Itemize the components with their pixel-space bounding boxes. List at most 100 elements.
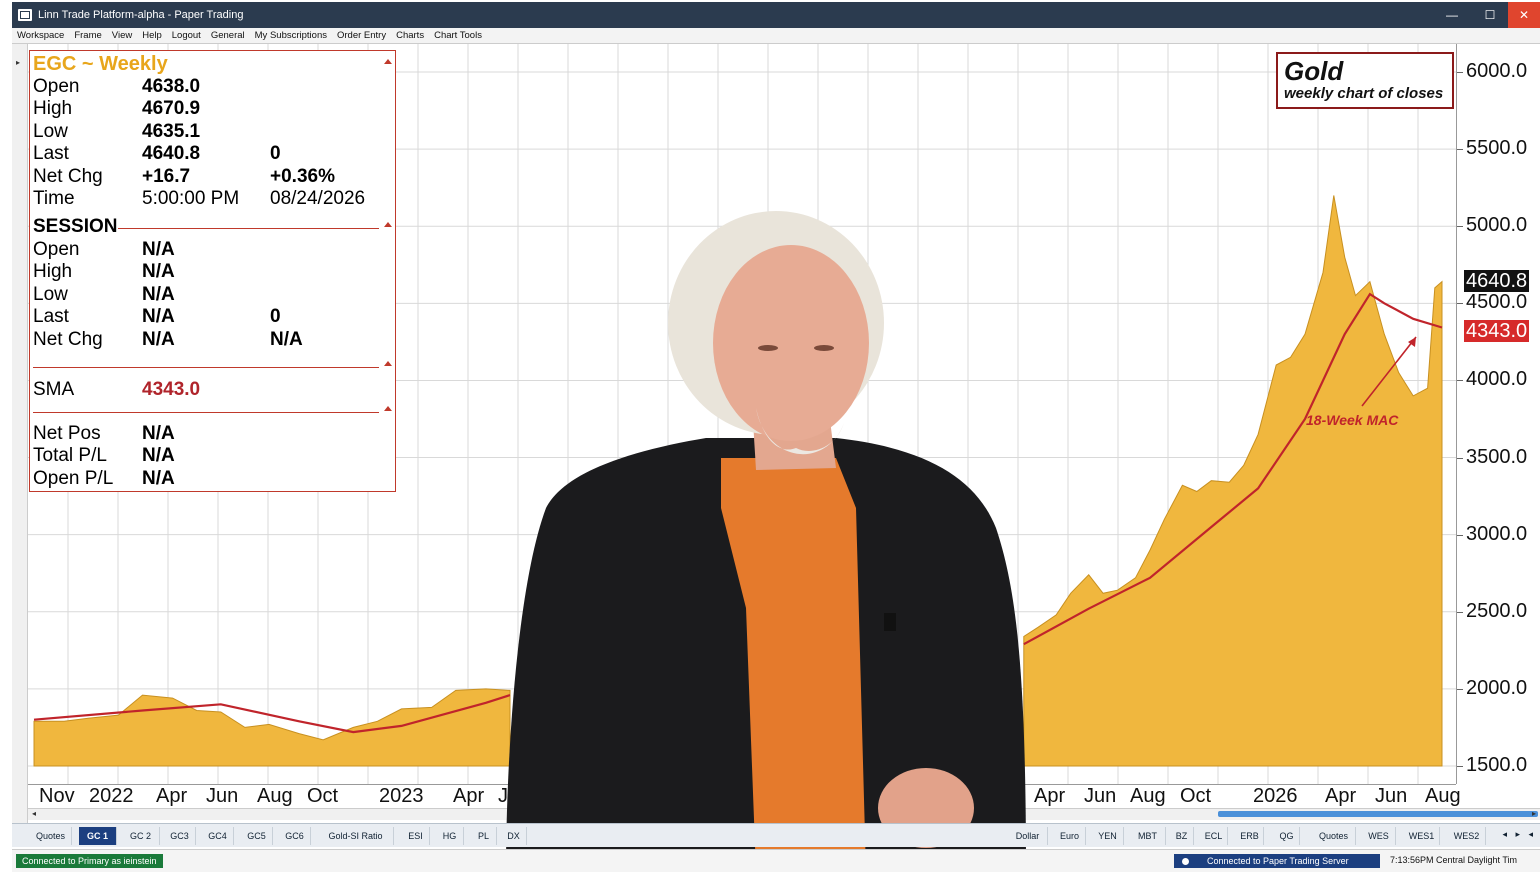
lapel-mic [884,613,896,631]
tab-erb[interactable]: ERB [1236,827,1264,845]
tab-bz[interactable]: BZ [1170,827,1194,845]
price-tick-mark [1457,303,1463,305]
minimize-button[interactable]: — [1434,2,1470,28]
clock-display: 7:13:56PM Central Daylight Tim [1390,855,1518,865]
price-tick-mark [1457,149,1463,151]
quote-last-value: 4640.8 [142,143,201,164]
maximize-button[interactable]: ☐ [1472,2,1508,28]
primary-connection-status: Connected to Primary as ieinstein [16,854,163,868]
scroll-left-icon[interactable]: ◂ [32,809,36,818]
tab-gc4[interactable]: GC4 [202,827,234,845]
date-tick-label: Oct [307,785,339,807]
window-title: Linn Trade Platform-alpha - Paper Tradin… [38,9,244,21]
open-pl-value: N/A [142,468,175,489]
tab-gc5[interactable]: GC5 [241,827,273,845]
date-tick-label: Apr [156,785,188,807]
tab-quotes[interactable]: Quotes [30,827,72,845]
date-tick-label: 2022 [89,785,134,807]
quote-label: Time [33,188,75,209]
tab-gc-2[interactable]: GC 2 [122,827,160,845]
tab-ecl[interactable]: ECL [1200,827,1228,845]
menu-frame[interactable]: Frame [69,30,106,41]
session-header: SESSION [33,216,118,237]
menu-charts[interactable]: Charts [391,30,429,41]
quote-high-value: 4670.9 [142,98,201,119]
tab-gold-si-ratio[interactable]: Gold-SI Ratio [318,827,394,845]
price-axis[interactable]: 6000.0 5500.0 5000.0 4500.0 4000.0 3500.0 3000… [1456,44,1540,784]
tab-hg[interactable]: HG [436,827,464,845]
tab-gc-1[interactable]: GC 1 [79,827,117,845]
quote-open-value: 4638.0 [142,76,201,97]
price-tick-label: 5000.0 [1466,214,1528,237]
tab-esi[interactable]: ESI [402,827,430,845]
tab-wes[interactable]: WES [1362,827,1396,845]
price-tick-label: 3000.0 [1466,522,1528,545]
info-header: EGC ~ Weekly [33,53,168,75]
net-pos-value: N/A [142,423,175,444]
menu-logout[interactable]: Logout [167,30,206,41]
legend-title: Gold [1284,56,1344,86]
scroll-thumb[interactable] [1218,811,1538,817]
tab-wes2[interactable]: WES2 [1448,827,1486,845]
session-netchg-extra: N/A [270,329,303,350]
app-icon [18,9,32,21]
position-label: Net Pos [33,423,101,444]
scroll-right-icon[interactable]: ▸ [1532,809,1536,818]
session-high-value: N/A [142,261,175,282]
tab-wes1[interactable]: WES1 [1404,827,1440,845]
tab-yen[interactable]: YEN [1092,827,1124,845]
collapse-sma-icon[interactable] [384,361,392,366]
date-tick-label: Nov [39,785,75,807]
price-tick-label: 1500.0 [1466,754,1528,776]
close-button[interactable]: ✕ [1508,2,1540,28]
paper-trading-connection-status: Connected to Paper Trading Server [1174,854,1380,868]
tab-pl[interactable]: PL [471,827,497,845]
tab-mbt[interactable]: MBT [1130,827,1166,845]
menu-order-entry[interactable]: Order Entry [332,30,391,41]
price-tick-mark [1457,226,1463,228]
quote-time-value: 5:00:00 PM [142,188,240,209]
price-tick-label: 5500.0 [1466,137,1528,160]
date-tick-label: Jun [206,785,239,807]
app-window: Linn Trade Platform-alpha - Paper Tradin… [0,0,1540,872]
status-bar: Connected to Primary as ieinstein Connec… [12,849,1540,872]
annotation-label: 18-Week MAC [1306,412,1399,428]
tab-nav-arrows[interactable]: ◂ ▸ ◂ [1502,829,1536,840]
quote-info-panel: EGC ~ Weekly Open 4638.0 High 4670.9 Low… [29,50,396,492]
tab-dx[interactable]: DX [501,827,527,845]
date-tick-label: Aug [257,785,293,807]
menu-chart-tools[interactable]: Chart Tools [429,30,487,41]
quote-netchg-value: +16.7 [142,166,191,187]
position-divider [33,412,379,413]
tab-euro[interactable]: Euro [1054,827,1086,845]
collapse-quote-icon[interactable] [384,59,392,64]
tab-gc6[interactable]: GC6 [279,827,311,845]
expand-panel-icon[interactable]: ▸ [16,58,20,67]
price-tick-mark [1457,457,1463,459]
total-pl-value: N/A [142,445,175,466]
presenter-eye [814,345,834,351]
date-tick-label: 2023 [379,785,424,807]
price-tick-label: 4500.0 [1466,291,1528,314]
price-tick-label: 4000.0 [1466,368,1528,391]
menu-workspace[interactable]: Workspace [12,30,69,41]
tab-qg[interactable]: QG [1274,827,1300,845]
quote-low-value: 4635.1 [142,121,201,142]
tab-dollar[interactable]: Dollar [1008,827,1048,845]
session-label: Last [33,306,69,327]
tab-quotes[interactable]: Quotes [1312,827,1356,845]
menu-help[interactable]: Help [137,30,167,41]
menu-my-subscriptions[interactable]: My Subscriptions [250,30,332,41]
collapse-position-icon[interactable] [384,406,392,411]
session-netchg-value: N/A [142,329,175,350]
collapse-session-icon[interactable] [384,222,392,227]
position-label: Open P/L [33,468,114,489]
left-gutter: ▸ [12,44,28,824]
sma-divider [33,367,379,368]
menu-view[interactable]: View [107,30,137,41]
quote-label: Last [33,143,69,164]
menu-general[interactable]: General [206,30,250,41]
price-tick-mark [1457,534,1463,536]
tab-gc3[interactable]: GC3 [164,827,196,845]
legend-subtitle: weekly chart of closes [1284,85,1444,102]
